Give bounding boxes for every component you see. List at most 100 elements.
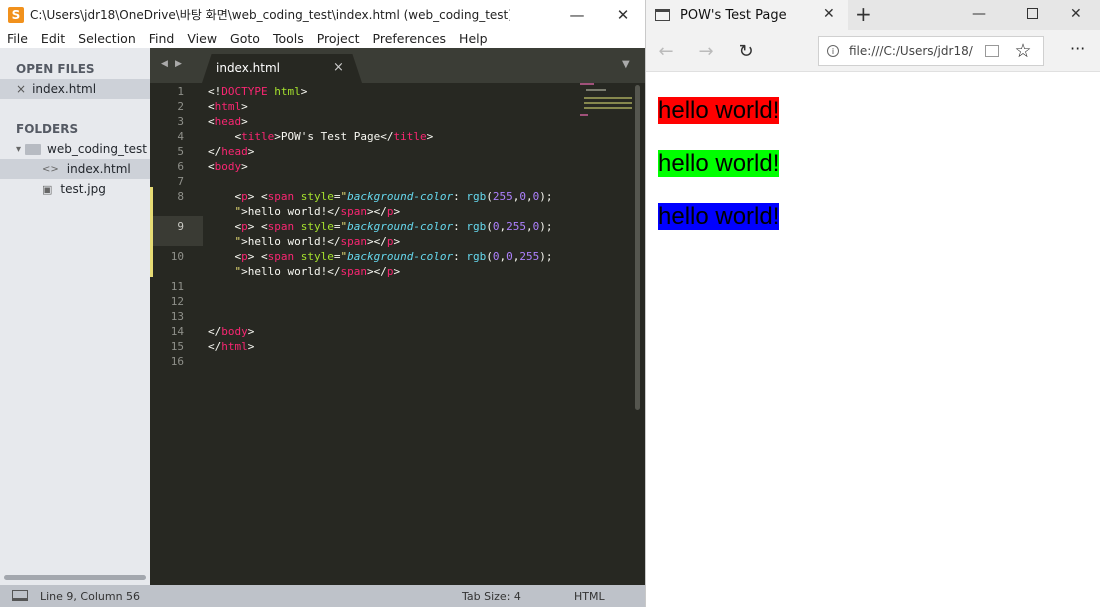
info-icon[interactable]: i [827, 45, 839, 57]
open-file-index-html[interactable]: × index.html [0, 79, 150, 99]
hello-span: hello world! [658, 97, 780, 124]
menu-selection[interactable]: Selection [71, 31, 142, 46]
line-number: 16 [170, 355, 184, 368]
file-index-html[interactable]: <> index.html [0, 159, 150, 179]
reading-view-icon[interactable] [985, 45, 999, 57]
editor-scrollbar[interactable] [635, 85, 640, 410]
close-button[interactable]: ✕ [1070, 6, 1082, 22]
back-arrow-icon[interactable]: ← [655, 40, 677, 62]
minimize-button[interactable]: — [972, 6, 986, 22]
browser-tab[interactable]: POW's Test Page ✕ [646, 0, 848, 30]
refresh-icon[interactable]: ↻ [735, 40, 757, 62]
tab-overflow-icon[interactable]: ▼ [622, 59, 630, 70]
sublime-window-title: C:\Users\jdr18\OneDrive\바탕 화면\web_coding… [30, 8, 510, 22]
code-line: ">hello world!</span></p> [234, 205, 401, 218]
forward-arrow-icon[interactable]: → [695, 40, 717, 62]
folder-icon [25, 143, 42, 155]
folders-heading: FOLDERS [16, 122, 79, 136]
menu-goto[interactable]: Goto [223, 31, 266, 46]
tab-bar: ◀ ▶ index.html × ▼ [150, 48, 645, 83]
code-line: <title>POW's Test Page</title> [234, 130, 434, 143]
code-line: ">hello world!</span></p> [234, 235, 401, 248]
tab-size[interactable]: Tab Size: 4 [462, 590, 521, 603]
hello-line-blue: hello world! [658, 203, 780, 230]
menu-preferences[interactable]: Preferences [366, 31, 453, 46]
tab-label: index.html [216, 61, 280, 75]
minimap[interactable] [580, 83, 634, 123]
code-line: <body> [208, 160, 248, 173]
folder-label: web_coding_test [47, 142, 148, 156]
sidebar: OPEN FILES × index.html FOLDERS ▾ web_co… [0, 48, 150, 585]
page-icon [655, 9, 670, 21]
menu-help[interactable]: Help [452, 31, 494, 46]
file-label: index.html [66, 162, 131, 176]
line-number: 7 [177, 175, 184, 188]
panel-toggle-icon[interactable] [12, 590, 28, 601]
line-number: 15 [170, 340, 184, 353]
menu-project[interactable]: Project [310, 31, 366, 46]
tab-close-icon[interactable]: ✕ [823, 6, 835, 22]
maximize-button[interactable] [1027, 8, 1038, 19]
code-line: </head> [208, 145, 255, 158]
menu-tools[interactable]: Tools [266, 31, 310, 46]
line-number: 13 [170, 310, 184, 323]
hello-span: hello world! [658, 203, 780, 230]
code-editor[interactable]: 1 2 3 4 5 6 7 8 9 10 11 12 13 14 15 16 <… [150, 83, 645, 585]
tab-index-html[interactable]: index.html × [202, 54, 362, 83]
status-bar: Line 9, Column 56 Tab Size: 4 HTML [0, 585, 645, 607]
syntax-mode[interactable]: HTML [574, 590, 605, 603]
address-url[interactable]: file:///C:/Users/jdr18/ [849, 44, 973, 58]
hello-span: hello world! [658, 150, 780, 177]
line-number: 11 [170, 280, 184, 293]
file-test-jpg[interactable]: ▣ test.jpg [0, 179, 150, 199]
hello-line-red: hello world! [658, 97, 780, 124]
line-number: 1 [177, 85, 184, 98]
menu-bar: File Edit Selection Find View Goto Tools… [0, 29, 645, 48]
line-number: 4 [177, 130, 184, 143]
line-number: 6 [177, 160, 184, 173]
line-number: 8 [177, 190, 184, 203]
new-tab-button[interactable]: + [855, 2, 872, 26]
tab-nav-right-icon[interactable]: ▶ [175, 59, 182, 69]
code-line: </body> [208, 325, 255, 338]
folder-expand-icon[interactable]: ▾ [16, 144, 21, 155]
hello-line-green: hello world! [658, 150, 780, 177]
tab-close-icon[interactable]: × [333, 60, 344, 75]
line-number: 12 [170, 295, 184, 308]
line-number: 5 [177, 145, 184, 158]
menu-file[interactable]: File [0, 31, 34, 46]
code-file-icon: <> [42, 163, 59, 175]
line-number: 14 [170, 325, 184, 338]
sublime-window: S C:\Users\jdr18\OneDrive\바탕 화면\web_codi… [0, 0, 645, 607]
line-number: 10 [170, 250, 184, 263]
browser-tab-strip: POW's Test Page ✕ + — ✕ [646, 0, 1100, 30]
more-menu-icon[interactable]: ··· [1070, 39, 1085, 58]
code-line: ">hello world!</span></p> [234, 265, 401, 278]
close-button[interactable]: ✕ [600, 0, 646, 29]
menu-view[interactable]: View [180, 31, 223, 46]
maximize-button[interactable] [555, 0, 601, 29]
menu-find[interactable]: Find [142, 31, 181, 46]
code-line: <head> [208, 115, 248, 128]
image-file-icon: ▣ [42, 182, 53, 196]
sublime-logo-icon: S [8, 6, 24, 23]
code-line: <p> <span style="background-color: rgb(0… [234, 250, 553, 263]
cursor-position: Line 9, Column 56 [40, 590, 141, 603]
favorite-star-icon[interactable]: ☆ [1012, 40, 1034, 62]
code-line: <p> <span style="background-color: rgb(2… [234, 190, 553, 203]
sublime-titlebar: S C:\Users\jdr18\OneDrive\바탕 화면\web_codi… [0, 0, 645, 29]
sidebar-scrollbar[interactable] [4, 575, 146, 580]
browser-nav-bar: ← → ↻ i file:///C:/Users/jdr18/ ☆ ··· [646, 30, 1100, 72]
tab-nav-left-icon[interactable]: ◀ [161, 59, 168, 69]
close-file-icon[interactable]: × [16, 82, 26, 96]
folder-web-coding-test[interactable]: ▾ web_coding_test [0, 139, 150, 159]
code-line: </html> [208, 340, 255, 353]
code-line: <!DOCTYPE html> [208, 85, 308, 98]
open-file-label: index.html [32, 82, 97, 96]
line-number: 9 [177, 220, 184, 233]
browser-window: POW's Test Page ✕ + — ✕ ← → ↻ i file:///… [645, 0, 1100, 607]
line-number: 2 [177, 100, 184, 113]
address-bar[interactable]: i file:///C:/Users/jdr18/ [818, 36, 1044, 66]
browser-tab-title: POW's Test Page [680, 7, 787, 23]
menu-edit[interactable]: Edit [34, 31, 71, 46]
